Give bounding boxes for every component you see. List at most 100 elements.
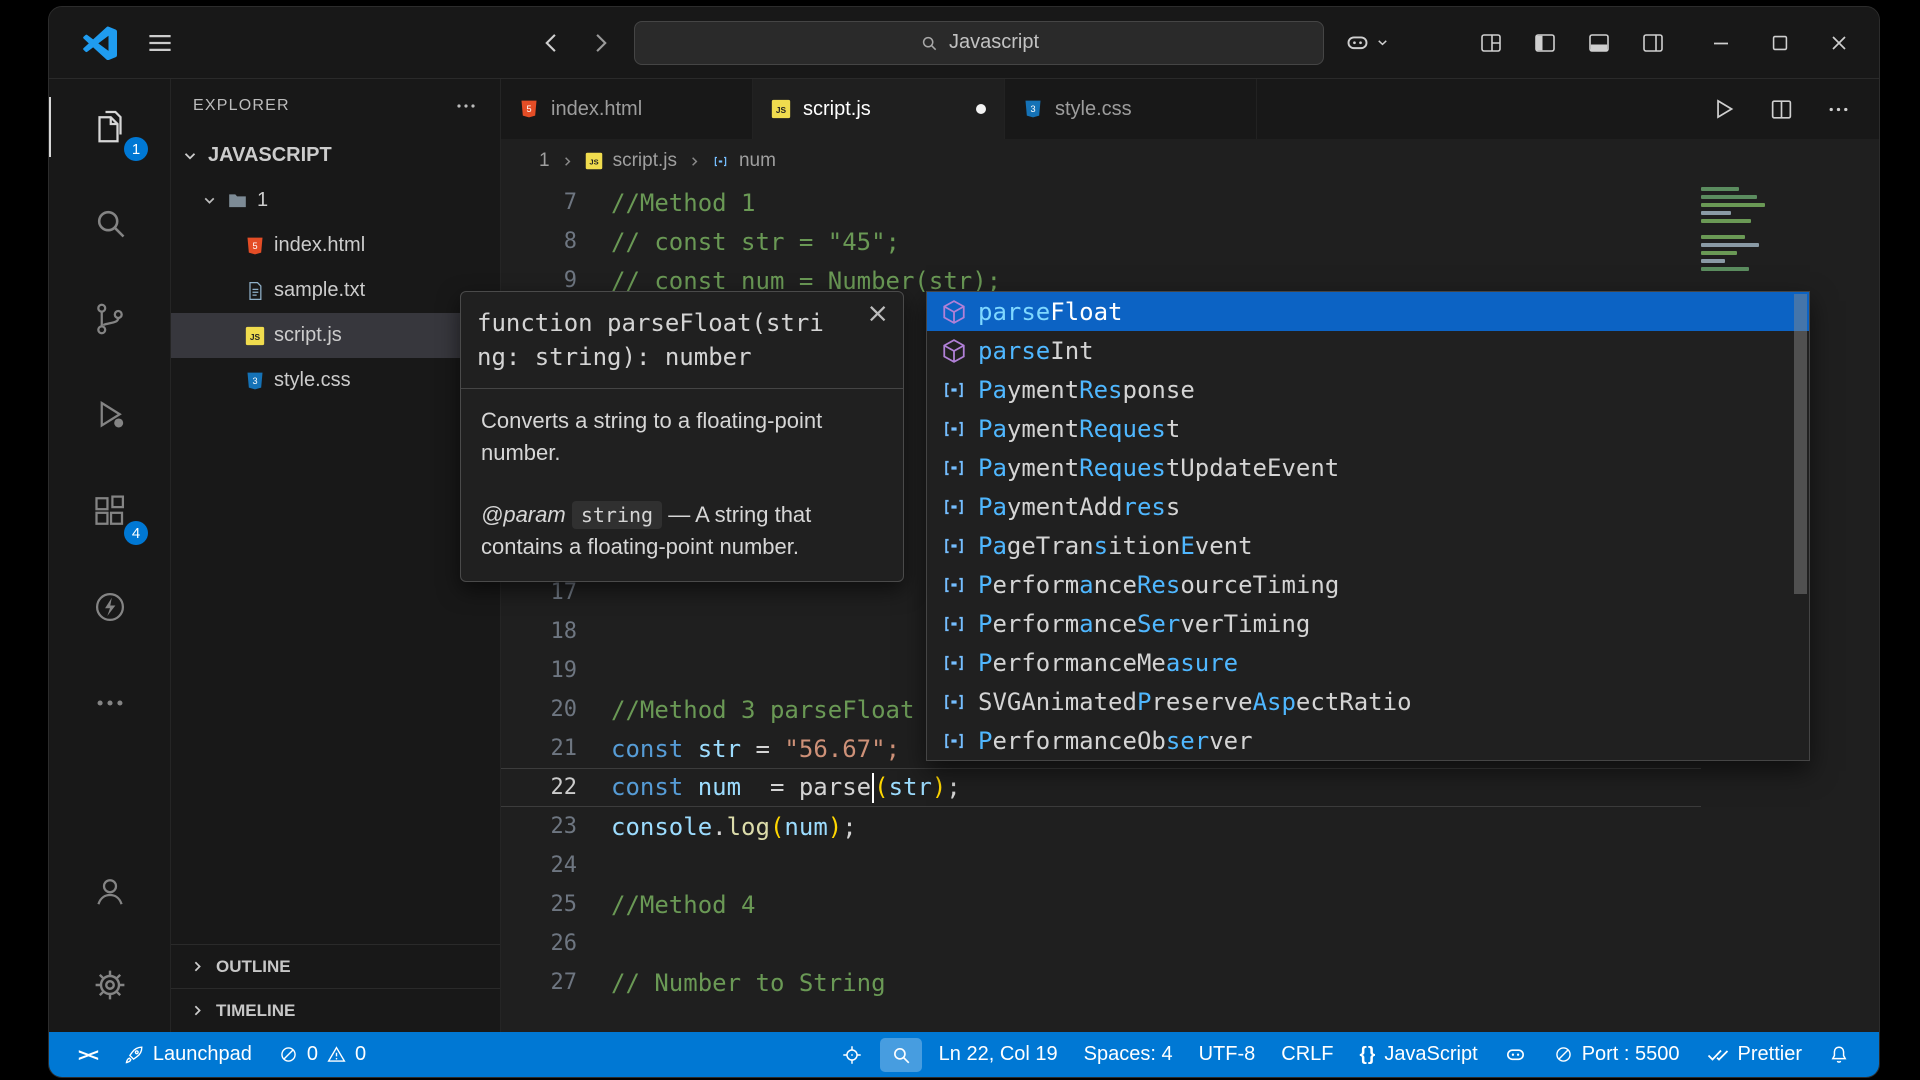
formatter-status[interactable]: Prettier — [1693, 1032, 1815, 1077]
code-line-8[interactable]: 8// const str = "45"; — [501, 222, 1879, 261]
code-line-26[interactable]: 26 — [501, 924, 1879, 963]
split-editor-button[interactable] — [1769, 97, 1794, 122]
suggestion-item[interactable]: PerformanceMeasure — [927, 643, 1809, 682]
account-icon — [92, 873, 128, 909]
zoom-toggle[interactable] — [880, 1038, 922, 1072]
copilot-icon — [1504, 1043, 1527, 1066]
editor-body[interactable]: 7//Method 18// const str = "45";9// cons… — [501, 183, 1879, 1032]
suggestion-item[interactable]: PaymentAddress — [927, 487, 1809, 526]
suggestion-item[interactable]: PaymentRequestUpdateEvent — [927, 448, 1809, 487]
circle-slash-icon — [1553, 1044, 1574, 1065]
indentation-status[interactable]: Spaces: 4 — [1071, 1032, 1186, 1077]
tree-root-javascript[interactable]: JAVASCRIPT — [171, 133, 500, 178]
toggle-sidebar-left-icon[interactable] — [1533, 31, 1557, 55]
settings-button[interactable] — [49, 938, 170, 1032]
search-activity-button[interactable] — [49, 175, 170, 271]
close-button[interactable] — [1827, 31, 1851, 55]
source-control-activity-button[interactable] — [49, 271, 170, 367]
suggestion-item[interactable]: PaymentRequest — [927, 409, 1809, 448]
toggle-panel-bottom-icon[interactable] — [1587, 31, 1611, 55]
problems-button[interactable]: 0 0 — [265, 1032, 379, 1077]
code-line-27[interactable]: 27// Number to String — [501, 963, 1879, 1002]
folder-icon — [227, 190, 248, 211]
minimap-mark — [1701, 203, 1765, 207]
tab-strip: 5 index.html JS script.js 3 style.css — [501, 79, 1879, 139]
suggestion-label: PerformanceServerTiming — [978, 610, 1310, 638]
thunder-client-activity-button[interactable] — [49, 559, 170, 655]
forward-arrow-icon[interactable] — [586, 29, 614, 57]
minimize-button[interactable] — [1709, 31, 1733, 55]
code-line-25[interactable]: 25//Method 4 — [501, 885, 1879, 924]
explorer-activity-button[interactable]: 1 — [49, 79, 170, 175]
vscode-logo-icon — [83, 26, 117, 60]
breadcrumb-folder[interactable]: 1 — [539, 150, 550, 172]
tree-file-style-css[interactable]: 3 style.css — [171, 358, 500, 403]
tree-file-script-js[interactable]: JS script.js — [171, 313, 500, 358]
remote-indicator[interactable]: >< — [65, 1032, 110, 1077]
run-button[interactable] — [1711, 96, 1737, 122]
minimap-mark — [1701, 187, 1739, 191]
code-line-24[interactable]: 24 — [501, 846, 1879, 885]
eol-status[interactable]: CRLF — [1268, 1032, 1346, 1077]
code-line-22[interactable]: 22const num = parse(str); — [501, 768, 1879, 807]
minimap-mark — [1701, 219, 1751, 223]
editor-more-actions-button[interactable] — [1826, 97, 1851, 122]
command-center-search[interactable]: Javascript — [634, 21, 1324, 65]
suggestion-item[interactable]: PerformanceResourceTiming — [927, 565, 1809, 604]
suggestion-item[interactable]: PaymentResponse — [927, 370, 1809, 409]
line-number: 23 — [501, 814, 611, 839]
cursor-position[interactable]: Ln 22, Col 19 — [926, 1032, 1071, 1077]
more-views-button[interactable] — [49, 655, 170, 751]
accounts-button[interactable] — [49, 844, 170, 938]
explorer-more-actions-icon[interactable] — [454, 94, 478, 118]
minimap-mark — [1701, 211, 1731, 215]
tree-folder-1[interactable]: 1 — [171, 178, 500, 223]
crosshair-toggle[interactable] — [828, 1032, 876, 1077]
close-icon[interactable]: × — [866, 300, 889, 327]
copilot-menu-button[interactable] — [1344, 29, 1390, 56]
line-text: console.log(num); — [611, 813, 857, 841]
extensions-activity-button[interactable]: 4 — [49, 463, 170, 559]
back-arrow-icon[interactable] — [538, 29, 566, 57]
menu-icon[interactable] — [145, 28, 175, 58]
ellipsis-icon — [93, 686, 127, 720]
tab-style-css[interactable]: 3 style.css — [1005, 79, 1257, 139]
line-number: 9 — [501, 268, 611, 293]
tab-script-js[interactable]: JS script.js — [753, 79, 1005, 139]
maximize-button[interactable] — [1769, 32, 1791, 54]
suggestion-label: PerformanceResourceTiming — [978, 571, 1339, 599]
rocket-icon — [123, 1044, 145, 1066]
copilot-status[interactable] — [1491, 1032, 1540, 1077]
tree-file-index-html[interactable]: 5 index.html — [171, 223, 500, 268]
run-debug-activity-button[interactable] — [49, 367, 170, 463]
suggestion-item[interactable]: SVGAnimatedPreserveAspectRatio — [927, 682, 1809, 721]
timeline-section[interactable]: TIMELINE — [171, 988, 500, 1032]
line-text: // Number to String — [611, 969, 886, 997]
customize-layout-icon[interactable] — [1479, 31, 1503, 55]
suggestion-item[interactable]: PerformanceServerTiming — [927, 604, 1809, 643]
tree-file-sample-txt[interactable]: sample.txt — [171, 268, 500, 313]
port-status[interactable]: Port : 5500 — [1540, 1032, 1693, 1077]
suggestion-label: parseInt — [978, 337, 1094, 365]
code-line-23[interactable]: 23console.log(num); — [501, 807, 1879, 846]
breadcrumb-file[interactable]: script.js — [613, 150, 677, 172]
suggestion-item[interactable]: PerformanceObserver — [927, 721, 1809, 760]
encoding-status[interactable]: UTF-8 — [1186, 1032, 1269, 1077]
notifications-bell[interactable] — [1815, 1032, 1863, 1077]
suggestion-item[interactable]: parseInt — [927, 331, 1809, 370]
suggest-scrollbar[interactable] — [1794, 294, 1807, 594]
suggestion-label: parseFloat — [978, 298, 1123, 326]
svg-text:3: 3 — [1030, 104, 1035, 114]
outline-section[interactable]: OUTLINE — [171, 944, 500, 988]
toggle-sidebar-right-icon[interactable] — [1641, 31, 1665, 55]
modified-dot-icon[interactable] — [976, 104, 986, 114]
suggestion-item[interactable]: PageTransitionEvent — [927, 526, 1809, 565]
launchpad-button[interactable]: Launchpad — [110, 1032, 265, 1077]
language-mode[interactable]: {} JavaScript — [1347, 1032, 1491, 1077]
minimap[interactable] — [1701, 187, 1775, 275]
remote-icon: >< — [78, 1044, 97, 1066]
tab-index-html[interactable]: 5 index.html — [501, 79, 753, 139]
breadcrumb-symbol[interactable]: num — [739, 150, 776, 172]
code-line-7[interactable]: 7//Method 1 — [501, 183, 1879, 222]
suggestion-item[interactable]: parseFloat — [927, 292, 1809, 331]
